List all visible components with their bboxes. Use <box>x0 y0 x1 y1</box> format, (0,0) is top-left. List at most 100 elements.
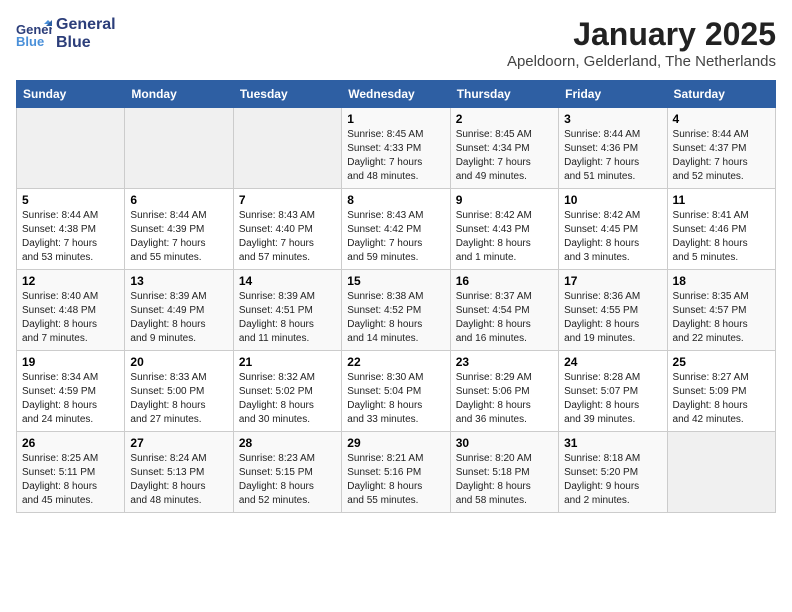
day-number: 24 <box>564 355 661 369</box>
calendar-cell <box>667 432 775 513</box>
title-area: January 2025 Apeldoorn, Gelderland, The … <box>507 16 776 70</box>
day-number: 12 <box>22 274 119 288</box>
day-info: Sunrise: 8:45 AM Sunset: 4:34 PM Dayligh… <box>456 128 553 184</box>
day-info: Sunrise: 8:44 AM Sunset: 4:37 PM Dayligh… <box>673 128 770 184</box>
weekday-header-tuesday: Tuesday <box>233 81 341 108</box>
day-info: Sunrise: 8:28 AM Sunset: 5:07 PM Dayligh… <box>564 371 661 427</box>
day-info: Sunrise: 8:29 AM Sunset: 5:06 PM Dayligh… <box>456 371 553 427</box>
day-info: Sunrise: 8:38 AM Sunset: 4:52 PM Dayligh… <box>347 290 444 346</box>
day-info: Sunrise: 8:42 AM Sunset: 4:45 PM Dayligh… <box>564 209 661 265</box>
day-info: Sunrise: 8:23 AM Sunset: 5:15 PM Dayligh… <box>239 452 336 508</box>
day-number: 20 <box>130 355 227 369</box>
day-info: Sunrise: 8:34 AM Sunset: 4:59 PM Dayligh… <box>22 371 119 427</box>
day-info: Sunrise: 8:36 AM Sunset: 4:55 PM Dayligh… <box>564 290 661 346</box>
calendar-cell <box>17 108 125 189</box>
day-info: Sunrise: 8:39 AM Sunset: 4:49 PM Dayligh… <box>130 290 227 346</box>
day-number: 29 <box>347 436 444 450</box>
calendar-week-5: 26 Sunrise: 8:25 AM Sunset: 5:11 PM Dayli… <box>17 432 776 513</box>
day-number: 22 <box>347 355 444 369</box>
day-info: Sunrise: 8:20 AM Sunset: 5:18 PM Dayligh… <box>456 452 553 508</box>
calendar-week-2: 5Sunrise: 8:44 AM Sunset: 4:38 PM Daylig… <box>17 189 776 270</box>
day-number: 28 <box>239 436 336 450</box>
calendar-cell: 14 Sunrise: 8:39 AM Sunset: 4:51 PM Dayli… <box>233 270 341 351</box>
calendar-cell: 27 Sunrise: 8:24 AM Sunset: 5:13 PM Dayli… <box>125 432 233 513</box>
day-info: Sunrise: 8:44 AM Sunset: 4:36 PM Dayligh… <box>564 128 661 184</box>
calendar-cell: 23 Sunrise: 8:29 AM Sunset: 5:06 PM Dayli… <box>450 351 558 432</box>
calendar-week-3: 12Sunrise: 8:40 AM Sunset: 4:48 PM Dayli… <box>17 270 776 351</box>
day-info: Sunrise: 8:43 AM Sunset: 4:42 PM Dayligh… <box>347 209 444 265</box>
day-info: Sunrise: 8:25 AM Sunset: 5:11 PM Dayligh… <box>22 452 119 508</box>
calendar-cell: 8Sunrise: 8:43 AM Sunset: 4:42 PM Daylig… <box>342 189 450 270</box>
calendar-cell: 2Sunrise: 8:45 AM Sunset: 4:34 PM Daylig… <box>450 108 558 189</box>
day-info: Sunrise: 8:24 AM Sunset: 5:13 PM Dayligh… <box>130 452 227 508</box>
day-number: 16 <box>456 274 553 288</box>
day-number: 30 <box>456 436 553 450</box>
day-number: 17 <box>564 274 661 288</box>
calendar-cell: 11Sunrise: 8:41 AM Sunset: 4:46 PM Dayli… <box>667 189 775 270</box>
weekday-header-saturday: Saturday <box>667 81 775 108</box>
calendar-cell: 4 Sunrise: 8:44 AM Sunset: 4:37 PM Daylig… <box>667 108 775 189</box>
day-number: 26 <box>22 436 119 450</box>
day-number: 23 <box>456 355 553 369</box>
day-number: 1 <box>347 112 444 126</box>
logo-icon: General Blue <box>16 20 52 48</box>
calendar-cell: 5Sunrise: 8:44 AM Sunset: 4:38 PM Daylig… <box>17 189 125 270</box>
day-number: 18 <box>673 274 770 288</box>
day-number: 9 <box>456 193 553 207</box>
day-info: Sunrise: 8:44 AM Sunset: 4:39 PM Dayligh… <box>130 209 227 265</box>
weekday-header-thursday: Thursday <box>450 81 558 108</box>
day-number: 21 <box>239 355 336 369</box>
calendar-cell: 30 Sunrise: 8:20 AM Sunset: 5:18 PM Dayli… <box>450 432 558 513</box>
calendar-cell <box>125 108 233 189</box>
day-number: 7 <box>239 193 336 207</box>
day-info: Sunrise: 8:32 AM Sunset: 5:02 PM Dayligh… <box>239 371 336 427</box>
svg-text:Blue: Blue <box>16 34 44 48</box>
calendar-cell: 31Sunrise: 8:18 AM Sunset: 5:20 PM Dayli… <box>559 432 667 513</box>
weekday-header-row: SundayMondayTuesdayWednesdayThursdayFrid… <box>17 81 776 108</box>
calendar-cell <box>233 108 341 189</box>
calendar-table: SundayMondayTuesdayWednesdayThursdayFrid… <box>16 80 776 513</box>
page-container: General Blue General Blue January 2025 A… <box>16 16 776 513</box>
day-number: 14 <box>239 274 336 288</box>
header: General Blue General Blue January 2025 A… <box>16 16 776 70</box>
calendar-week-1: 1 Sunrise: 8:45 AM Sunset: 4:33 PM Daylig… <box>17 108 776 189</box>
calendar-cell: 17 Sunrise: 8:36 AM Sunset: 4:55 PM Dayli… <box>559 270 667 351</box>
calendar-cell: 15 Sunrise: 8:38 AM Sunset: 4:52 PM Dayli… <box>342 270 450 351</box>
day-number: 15 <box>347 274 444 288</box>
calendar-cell: 6Sunrise: 8:44 AM Sunset: 4:39 PM Daylig… <box>125 189 233 270</box>
calendar-cell: 7 Sunrise: 8:43 AM Sunset: 4:40 PM Daylig… <box>233 189 341 270</box>
logo-general: General <box>56 16 116 34</box>
calendar-cell: 20 Sunrise: 8:33 AM Sunset: 5:00 PM Dayli… <box>125 351 233 432</box>
day-info: Sunrise: 8:35 AM Sunset: 4:57 PM Dayligh… <box>673 290 770 346</box>
logo-blue: Blue <box>56 34 116 52</box>
calendar-cell: 9 Sunrise: 8:42 AM Sunset: 4:43 PM Daylig… <box>450 189 558 270</box>
day-info: Sunrise: 8:39 AM Sunset: 4:51 PM Dayligh… <box>239 290 336 346</box>
day-number: 10 <box>564 193 661 207</box>
calendar-cell: 1 Sunrise: 8:45 AM Sunset: 4:33 PM Daylig… <box>342 108 450 189</box>
month-title: January 2025 <box>507 16 776 53</box>
calendar-cell: 18 Sunrise: 8:35 AM Sunset: 4:57 PM Dayli… <box>667 270 775 351</box>
weekday-header-friday: Friday <box>559 81 667 108</box>
day-info: Sunrise: 8:27 AM Sunset: 5:09 PM Dayligh… <box>673 371 770 427</box>
day-info: Sunrise: 8:30 AM Sunset: 5:04 PM Dayligh… <box>347 371 444 427</box>
calendar-cell: 19Sunrise: 8:34 AM Sunset: 4:59 PM Dayli… <box>17 351 125 432</box>
day-number: 4 <box>673 112 770 126</box>
day-number: 27 <box>130 436 227 450</box>
calendar-cell: 12Sunrise: 8:40 AM Sunset: 4:48 PM Dayli… <box>17 270 125 351</box>
calendar-cell: 10 Sunrise: 8:42 AM Sunset: 4:45 PM Dayli… <box>559 189 667 270</box>
logo: General Blue General Blue <box>16 16 116 51</box>
calendar-cell: 28 Sunrise: 8:23 AM Sunset: 5:15 PM Dayli… <box>233 432 341 513</box>
day-info: Sunrise: 8:42 AM Sunset: 4:43 PM Dayligh… <box>456 209 553 265</box>
day-number: 11 <box>673 193 770 207</box>
day-info: Sunrise: 8:45 AM Sunset: 4:33 PM Dayligh… <box>347 128 444 184</box>
calendar-cell: 24 Sunrise: 8:28 AM Sunset: 5:07 PM Dayli… <box>559 351 667 432</box>
day-info: Sunrise: 8:33 AM Sunset: 5:00 PM Dayligh… <box>130 371 227 427</box>
day-info: Sunrise: 8:37 AM Sunset: 4:54 PM Dayligh… <box>456 290 553 346</box>
weekday-header-wednesday: Wednesday <box>342 81 450 108</box>
day-number: 3 <box>564 112 661 126</box>
day-number: 31 <box>564 436 661 450</box>
day-info: Sunrise: 8:21 AM Sunset: 5:16 PM Dayligh… <box>347 452 444 508</box>
day-info: Sunrise: 8:44 AM Sunset: 4:38 PM Dayligh… <box>22 209 119 265</box>
day-info: Sunrise: 8:43 AM Sunset: 4:40 PM Dayligh… <box>239 209 336 265</box>
weekday-header-monday: Monday <box>125 81 233 108</box>
